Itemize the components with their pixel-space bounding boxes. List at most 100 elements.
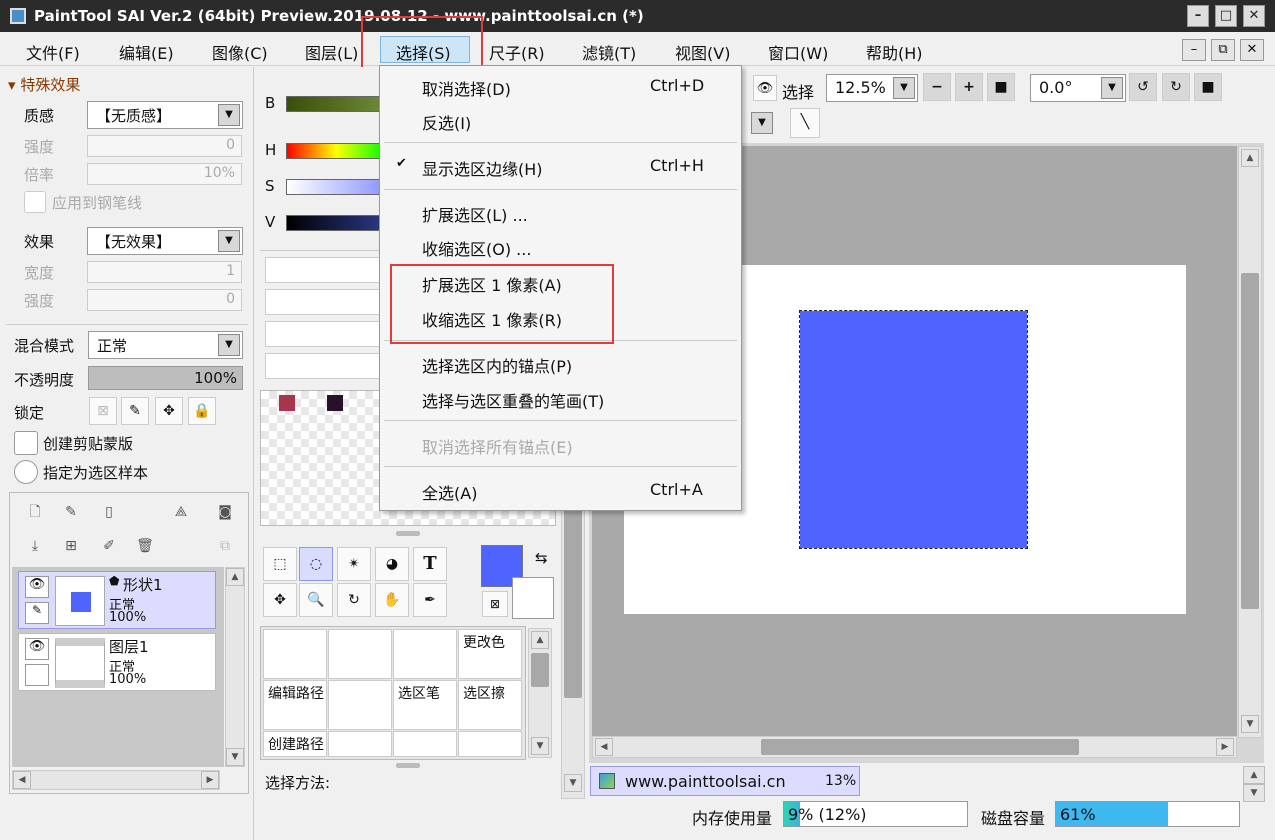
color-swatch[interactable] xyxy=(279,395,295,411)
rotate-right-button[interactable]: ↻ xyxy=(1162,73,1190,101)
merge-layer-icon[interactable]: ⊞ xyxy=(60,535,82,557)
trash-icon[interactable]: 🗑 xyxy=(134,535,156,557)
special-effects-header[interactable]: ▾ 特殊效果 xyxy=(8,74,80,95)
zoom-select[interactable]: 12.5% ▼ xyxy=(826,74,918,102)
width-slider[interactable]: 1 xyxy=(87,261,242,283)
canvas-hscrollbar[interactable]: ◀ ▶ xyxy=(592,736,1237,758)
selection-sample-radio[interactable] xyxy=(14,460,38,484)
selection-eraser-tool[interactable]: 选区擦 xyxy=(458,680,522,730)
scroll-down-icon[interactable]: ▼ xyxy=(531,737,549,755)
eye-icon[interactable]: 👁 xyxy=(25,576,49,598)
eye-icon[interactable]: 👁 xyxy=(753,75,777,101)
color-mixer-slider[interactable] xyxy=(265,321,380,347)
tool-cell[interactable] xyxy=(328,629,392,679)
menu-item-invert[interactable]: 反选(I) xyxy=(380,104,741,136)
layer-hscrollbar[interactable]: ◀ ▶ xyxy=(12,770,220,790)
rotate-tool[interactable]: ↻ xyxy=(337,583,371,617)
scroll-thumb[interactable] xyxy=(564,508,582,698)
tool-cell[interactable] xyxy=(263,629,327,679)
menu-filter[interactable]: 滤镜(T) xyxy=(582,40,636,64)
lock-all-icon[interactable]: 🔒 xyxy=(188,397,216,425)
color-mixer-slider[interactable] xyxy=(265,289,380,315)
scroll-down-icon[interactable]: ▼ xyxy=(1243,784,1265,802)
merge-down-icon[interactable]: ⤓ xyxy=(24,535,46,557)
layer-row[interactable]: 👁 ✎ ⬟ 形状1 正常 100% xyxy=(18,571,216,629)
zoom-reset-button[interactable]: ■ xyxy=(987,73,1015,101)
color-swatch[interactable] xyxy=(327,395,343,411)
menu-item-shrink[interactable]: 收缩选区(O) ... xyxy=(380,230,741,262)
scroll-down-icon[interactable]: ▼ xyxy=(1241,715,1259,733)
scroll-right-icon[interactable]: ▶ xyxy=(201,771,219,789)
color-mixer-slider[interactable] xyxy=(265,353,380,379)
close-button[interactable]: ✕ xyxy=(1243,5,1265,27)
new-folder-icon[interactable]: ▯ xyxy=(98,501,120,523)
opacity-slider[interactable]: 100% xyxy=(88,366,243,390)
lock-transparency-icon[interactable]: ⊠ xyxy=(89,397,117,425)
new-layer-icon[interactable]: 🗋 xyxy=(24,501,46,523)
zoom-out-button[interactable]: − xyxy=(923,73,951,101)
menu-edit[interactable]: 编辑(E) xyxy=(119,40,174,64)
menu-layer[interactable]: 图层(L) xyxy=(305,40,358,64)
text-tool[interactable]: T xyxy=(413,547,447,581)
menu-item-expand[interactable]: 扩展选区(L) ... xyxy=(380,196,741,228)
document-tab[interactable]: www.painttoolsai.cn 13% xyxy=(590,766,860,796)
hue-slider[interactable] xyxy=(286,143,386,159)
scroll-right-icon[interactable]: ▶ xyxy=(1216,738,1234,756)
menu-help[interactable]: 帮助(H) xyxy=(866,40,923,64)
eye-icon[interactable]: 👁 xyxy=(25,638,49,660)
strength2-slider[interactable]: 0 xyxy=(87,289,242,311)
layer-scrollbar[interactable]: ▲ ▼ xyxy=(225,567,245,767)
menu-item-select-strokes[interactable]: 选择与选区重叠的笔画(T) xyxy=(380,382,741,414)
tool-scrollbar[interactable]: ▲ ▼ xyxy=(528,628,552,758)
lock-move-icon[interactable]: ✥ xyxy=(155,397,183,425)
menu-ruler[interactable]: 尺子(R) xyxy=(489,40,545,64)
layer-option-icon[interactable]: ⧉ xyxy=(214,535,236,557)
minimize-button[interactable]: – xyxy=(1187,5,1209,27)
move-tool[interactable]: ✥ xyxy=(263,583,297,617)
menu-item-deselect[interactable]: 取消选择(D) Ctrl+D xyxy=(380,70,741,102)
rotate-left-button[interactable]: ↺ xyxy=(1129,73,1157,101)
scroll-left-icon[interactable]: ◀ xyxy=(595,738,613,756)
layer-mask-icon[interactable]: ◙ xyxy=(214,501,236,523)
selection-pen-tool[interactable]: 选区笔 xyxy=(393,680,457,730)
tool-cell[interactable] xyxy=(328,680,392,730)
saturation-slider[interactable] xyxy=(286,179,386,195)
scroll-thumb[interactable] xyxy=(761,739,1079,755)
tool-cell[interactable] xyxy=(393,629,457,679)
blend-mode-select[interactable]: 正常 ▼ xyxy=(88,331,243,359)
layer-row[interactable]: 👁 图层1 正常 100% xyxy=(18,633,216,691)
clear-layer-icon[interactable]: ✐ xyxy=(98,535,120,557)
maximize-button[interactable]: □ xyxy=(1215,5,1237,27)
shape-tool[interactable]: ◕ xyxy=(375,547,409,581)
tool-cell[interactable] xyxy=(393,731,457,757)
lock-pen-icon[interactable]: ✎ xyxy=(121,397,149,425)
menu-file[interactable]: 文件(F) xyxy=(26,40,80,64)
scroll-thumb[interactable] xyxy=(1241,273,1259,609)
rotation-select[interactable]: 0.0° ▼ xyxy=(1030,74,1126,102)
change-color-tool[interactable]: 更改色 xyxy=(458,629,522,679)
canvas-vscrollbar[interactable]: ▲ ▼ xyxy=(1238,146,1262,738)
strength-slider[interactable]: 0 xyxy=(87,135,242,157)
effect-select[interactable]: 【无效果】 ▼ xyxy=(87,227,243,255)
menu-item-show-edge[interactable]: ✔ 显示选区边缘(H) Ctrl+H xyxy=(380,150,741,182)
edit-path-tool[interactable]: 编辑路径 xyxy=(263,680,327,730)
menu-item-select-anchors[interactable]: 选择选区内的锚点(P) xyxy=(380,347,741,379)
new-pen-layer-icon[interactable]: ✎ xyxy=(60,501,82,523)
create-path-tool[interactable]: 创建路径 xyxy=(263,731,327,757)
scroll-up-icon[interactable]: ▲ xyxy=(531,631,549,649)
scroll-left-icon[interactable]: ◀ xyxy=(13,771,31,789)
menu-image[interactable]: 图像(C) xyxy=(212,40,268,64)
value-slider[interactable] xyxy=(286,215,386,231)
scroll-up-icon[interactable]: ▲ xyxy=(1241,149,1259,167)
panel-splitter[interactable] xyxy=(396,763,420,768)
menu-view[interactable]: 视图(V) xyxy=(675,40,730,64)
doc-restore-button[interactable]: ⧉ xyxy=(1211,39,1235,61)
lasso-tool[interactable]: ◌ xyxy=(299,547,333,581)
scroll-thumb[interactable] xyxy=(531,653,549,687)
doc-close-button[interactable]: ✕ xyxy=(1240,39,1264,61)
selected-shape[interactable] xyxy=(799,310,1028,549)
scroll-up-icon[interactable]: ▲ xyxy=(1243,766,1265,784)
rect-select-tool[interactable]: ⬚ xyxy=(263,547,297,581)
layer-style-icon[interactable]: ⟁ xyxy=(170,501,192,523)
scroll-down-icon[interactable]: ▼ xyxy=(564,774,582,792)
